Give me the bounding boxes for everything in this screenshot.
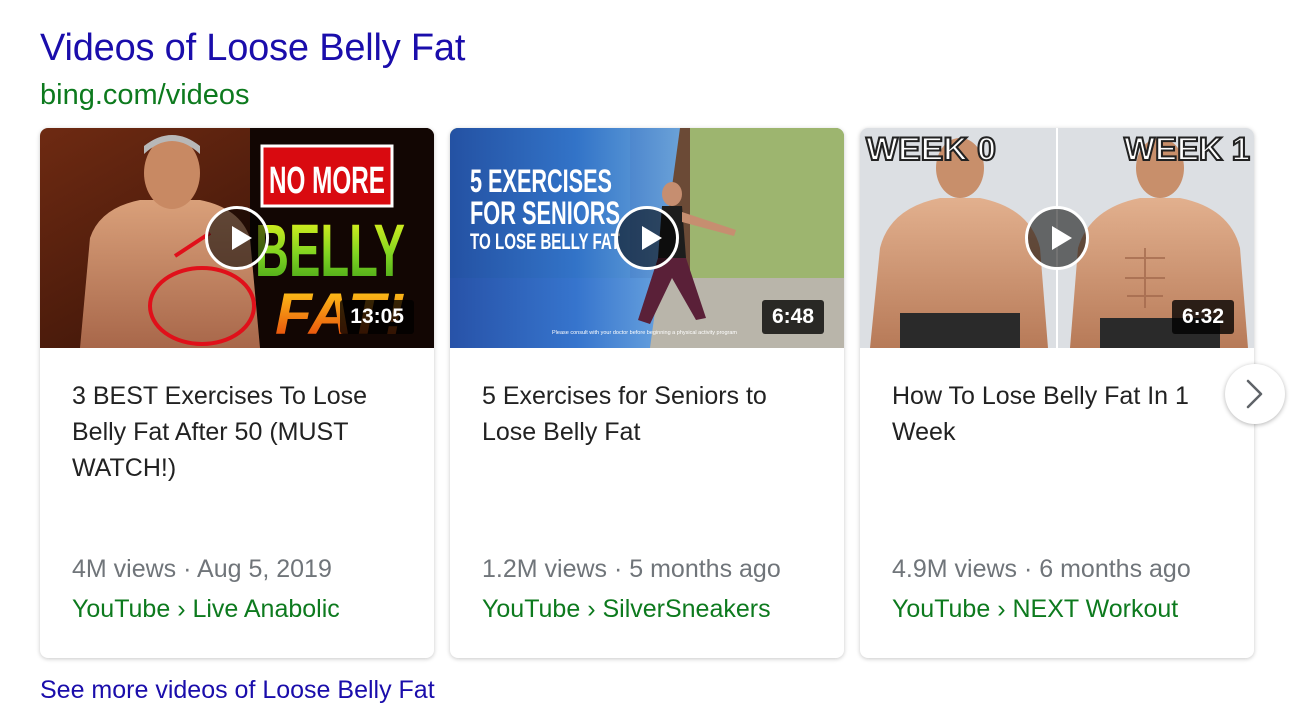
video-channel[interactable]: YouTube › Live Anabolic <box>72 592 340 626</box>
play-icon[interactable] <box>1025 206 1089 270</box>
thumb-text-week0: WEEK 0 <box>866 131 996 167</box>
video-views-date: 1.2M views · 5 months ago <box>482 555 781 583</box>
video-card[interactable]: WEEK 0 WEEK 1 6:32 How To Lose Belly Fat… <box>860 128 1254 658</box>
thumb-text-line3: TO LOSE BELLY FAT <box>470 229 620 254</box>
play-icon[interactable] <box>205 206 269 270</box>
thumb-text-line1: 5 EXERCISES <box>470 163 612 199</box>
video-title[interactable]: How To Lose Belly Fat In 1 Week <box>892 378 1222 450</box>
video-thumbnail[interactable]: WEEK 0 WEEK 1 6:32 <box>860 128 1254 348</box>
play-icon[interactable] <box>615 206 679 270</box>
see-more-videos-link[interactable]: See more videos of Loose Belly Fat <box>40 674 435 706</box>
video-channel[interactable]: YouTube › SilverSneakers <box>482 592 771 626</box>
video-thumbnail[interactable]: 5 EXERCISES FOR SENIORS TO LOSE BELLY FA… <box>450 128 844 348</box>
thumb-text-line2: FOR SENIORS <box>470 195 620 231</box>
video-duration: 6:32 <box>1171 300 1234 334</box>
video-duration: 13:05 <box>340 300 414 334</box>
source-url: bing.com/videos <box>40 79 250 111</box>
video-title[interactable]: 5 Exercises for Seniors to Lose Belly Fa… <box>482 378 812 450</box>
carousel-next-button[interactable] <box>1225 364 1285 424</box>
video-views-date: 4M views · Aug 5, 2019 <box>72 555 332 583</box>
thumb-text-belly: BELLY <box>255 209 405 292</box>
video-duration: 6:48 <box>761 300 824 334</box>
video-channel[interactable]: YouTube › NEXT Workout <box>892 592 1178 626</box>
video-card[interactable]: NO MORE BELLY FAT! 13:05 3 BEST Exercise… <box>40 128 434 658</box>
video-carousel: NO MORE BELLY FAT! 13:05 3 BEST Exercise… <box>40 128 1256 658</box>
section-heading[interactable]: Videos of Loose Belly Fat <box>40 26 465 70</box>
thumb-text-no-more: NO MORE <box>269 160 385 202</box>
video-title[interactable]: 3 BEST Exercises To Lose Belly Fat After… <box>72 378 402 486</box>
video-views-date: 4.9M views · 6 months ago <box>892 555 1191 583</box>
video-card[interactable]: 5 EXERCISES FOR SENIORS TO LOSE BELLY FA… <box>450 128 844 658</box>
chevron-right-icon <box>1246 379 1263 409</box>
video-thumbnail[interactable]: NO MORE BELLY FAT! 13:05 <box>40 128 434 348</box>
thumb-disclaimer: Please consult with your doctor before b… <box>552 330 737 336</box>
thumb-text-week1: WEEK 1 <box>1124 131 1250 167</box>
